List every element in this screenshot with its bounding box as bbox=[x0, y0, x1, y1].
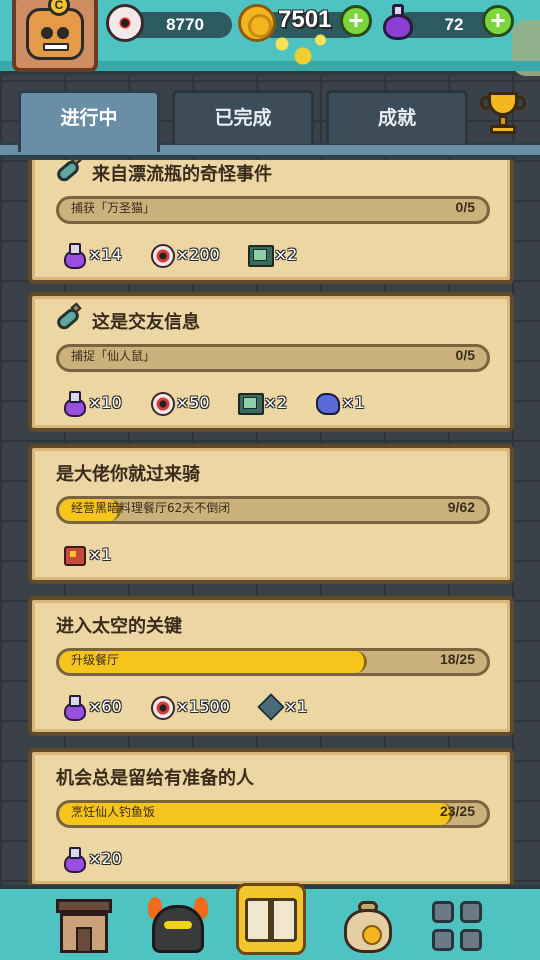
quest-title: 机会总是留给有准备的人 bbox=[56, 768, 254, 789]
reward-quantity: ×20 bbox=[88, 848, 122, 868]
quest-rewards: ×20 bbox=[62, 844, 122, 873]
potion-icon bbox=[62, 846, 86, 873]
quest-progress-count: 0/5 bbox=[455, 347, 475, 363]
reward-item: ×14 bbox=[62, 242, 122, 269]
add-coins-button[interactable]: + bbox=[340, 5, 372, 37]
reward-quantity: ×1 bbox=[341, 392, 365, 412]
coin-count: 7501 bbox=[278, 6, 332, 33]
bottom-nav bbox=[0, 883, 540, 960]
reward-item: ×1 bbox=[258, 694, 308, 718]
bottle-icon bbox=[52, 302, 86, 338]
avatar-mouth bbox=[43, 43, 69, 51]
potion-count: 72 bbox=[444, 15, 464, 34]
tab-achievements[interactable]: 成就 bbox=[326, 90, 468, 144]
quest-rewards: ×14 ×200 ×2 bbox=[62, 240, 298, 269]
eyeball-count: 8770 bbox=[166, 15, 204, 34]
quest-card[interactable]: 这是交友信息捕捉「仙人鼠」 0/5 ×10 ×50 ×2 ×1 bbox=[28, 292, 514, 432]
reward-quantity: ×2 bbox=[273, 244, 298, 264]
eyeball-icon bbox=[106, 4, 144, 42]
reward-item: ×1 bbox=[62, 542, 112, 566]
reward-item: ×60 bbox=[62, 694, 122, 721]
reward-item: ×2 bbox=[237, 390, 288, 415]
chest-icon bbox=[62, 542, 86, 566]
quest-list[interactable]: 来自漂流瓶的奇怪事件 捕获「万圣猫」 0/5 ×14 ×200 ×2 这是交友信息 捕捉「仙人… bbox=[0, 160, 540, 885]
reward-item: ×1500 bbox=[150, 694, 230, 720]
reward-quantity: ×14 bbox=[88, 244, 122, 264]
tab-in-progress[interactable]: 进行中 bbox=[18, 90, 160, 152]
avatar-face bbox=[26, 8, 84, 60]
reward-quantity: ×50 bbox=[175, 392, 210, 412]
card-icon bbox=[247, 242, 274, 267]
reward-item: ×10 bbox=[62, 390, 122, 417]
potion-icon bbox=[62, 390, 86, 417]
nav-restaurant-button[interactable] bbox=[52, 895, 116, 957]
quest-card[interactable]: 是大佬你就过来骑经营黑暗料理餐厅62天不倒闭 9/62 ×1 bbox=[28, 444, 514, 584]
quest-title: 这是交友信息 bbox=[92, 312, 200, 333]
quest-card[interactable]: 进入太空的关键升级餐厅 18/25 ×60 ×1500 ×1 bbox=[28, 596, 514, 736]
quest-rewards: ×60 ×1500 ×1 bbox=[62, 692, 308, 721]
trophy-icon[interactable] bbox=[478, 92, 528, 138]
side-menu-handle[interactable] bbox=[512, 20, 540, 76]
quest-task: 捕捉「仙人鼠」 bbox=[71, 349, 156, 363]
nav-bag-button[interactable] bbox=[336, 895, 400, 957]
quest-progress-count: 18/25 bbox=[439, 651, 475, 667]
potion-icon bbox=[62, 694, 86, 721]
quest-progress-count: 23/25 bbox=[439, 803, 475, 819]
reward-quantity: ×200 bbox=[175, 244, 220, 264]
quest-task: 捕获「万圣猫」 bbox=[71, 201, 156, 215]
reward-item: ×2 bbox=[247, 242, 298, 267]
quest-tabs: 进行中 已完成 成就 bbox=[0, 80, 540, 160]
avatar-eye bbox=[41, 27, 53, 39]
reward-quantity: ×2 bbox=[263, 392, 288, 412]
card-icon bbox=[237, 390, 264, 415]
eyeball-icon bbox=[150, 242, 175, 268]
ore-icon bbox=[315, 390, 341, 415]
badge-icon bbox=[258, 694, 282, 718]
player-avatar[interactable]: C bbox=[12, 0, 98, 72]
quest-progress-bar: 经营黑暗料理餐厅62天不倒闭 9/62 bbox=[56, 496, 490, 524]
quest-progress-bar: 捕捉「仙人鼠」 0/5 bbox=[56, 344, 490, 372]
quest-progress-bar: 升级餐厅 18/25 bbox=[56, 648, 490, 676]
reward-quantity: ×60 bbox=[88, 696, 122, 716]
quest-progress-count: 0/5 bbox=[455, 199, 475, 215]
quest-progress-bar: 捕获「万圣猫」 0/5 bbox=[56, 196, 490, 224]
quest-task: 烹饪仙人钓鱼饭 bbox=[71, 805, 156, 819]
quest-rewards: ×10 ×50 ×2 ×1 bbox=[62, 388, 365, 417]
bottle-icon bbox=[52, 160, 86, 190]
quest-title: 是大佬你就过来骑 bbox=[56, 464, 200, 485]
reward-quantity: ×1 bbox=[88, 544, 112, 564]
quest-card[interactable]: 机会总是留给有准备的人烹饪仙人钓鱼饭 23/25 ×20 bbox=[28, 748, 514, 885]
eyeball-icon bbox=[150, 390, 175, 416]
eyeball-icon bbox=[150, 694, 175, 720]
add-potions-button[interactable]: + bbox=[482, 5, 514, 37]
potion-icon bbox=[380, 4, 418, 42]
nav-more-menu-button[interactable] bbox=[424, 895, 488, 957]
quest-title: 来自漂流瓶的奇怪事件 bbox=[92, 164, 272, 185]
potion-icon bbox=[62, 242, 86, 269]
reward-item: ×1 bbox=[315, 390, 365, 415]
quest-task: 经营黑暗料理餐厅62天不倒闭 bbox=[71, 501, 231, 515]
quest-title: 进入太空的关键 bbox=[56, 616, 182, 637]
quest-task: 升级餐厅 bbox=[71, 653, 120, 667]
avatar-eye bbox=[57, 27, 69, 39]
quest-progress-bar: 烹饪仙人钓鱼饭 23/25 bbox=[56, 800, 490, 828]
sparkle-effect bbox=[268, 28, 338, 68]
reward-item: ×200 bbox=[150, 242, 220, 268]
reward-item: ×20 bbox=[62, 846, 122, 873]
reward-quantity: ×10 bbox=[88, 392, 122, 412]
quest-progress-count: 9/62 bbox=[447, 499, 475, 515]
nav-quest-book-button[interactable] bbox=[236, 883, 306, 955]
tab-completed[interactable]: 已完成 bbox=[172, 90, 314, 144]
quest-card[interactable]: 来自漂流瓶的奇怪事件捕获「万圣猫」 0/5 ×14 ×200 ×2 bbox=[28, 160, 514, 284]
quest-rewards: ×1 bbox=[62, 540, 112, 568]
reward-quantity: ×1500 bbox=[175, 696, 230, 716]
reward-quantity: ×1 bbox=[283, 696, 308, 716]
reward-item: ×50 bbox=[150, 390, 210, 416]
nav-monster-button[interactable] bbox=[146, 895, 210, 957]
top-bar: C 8770 7501 + 72 + bbox=[0, 0, 540, 76]
